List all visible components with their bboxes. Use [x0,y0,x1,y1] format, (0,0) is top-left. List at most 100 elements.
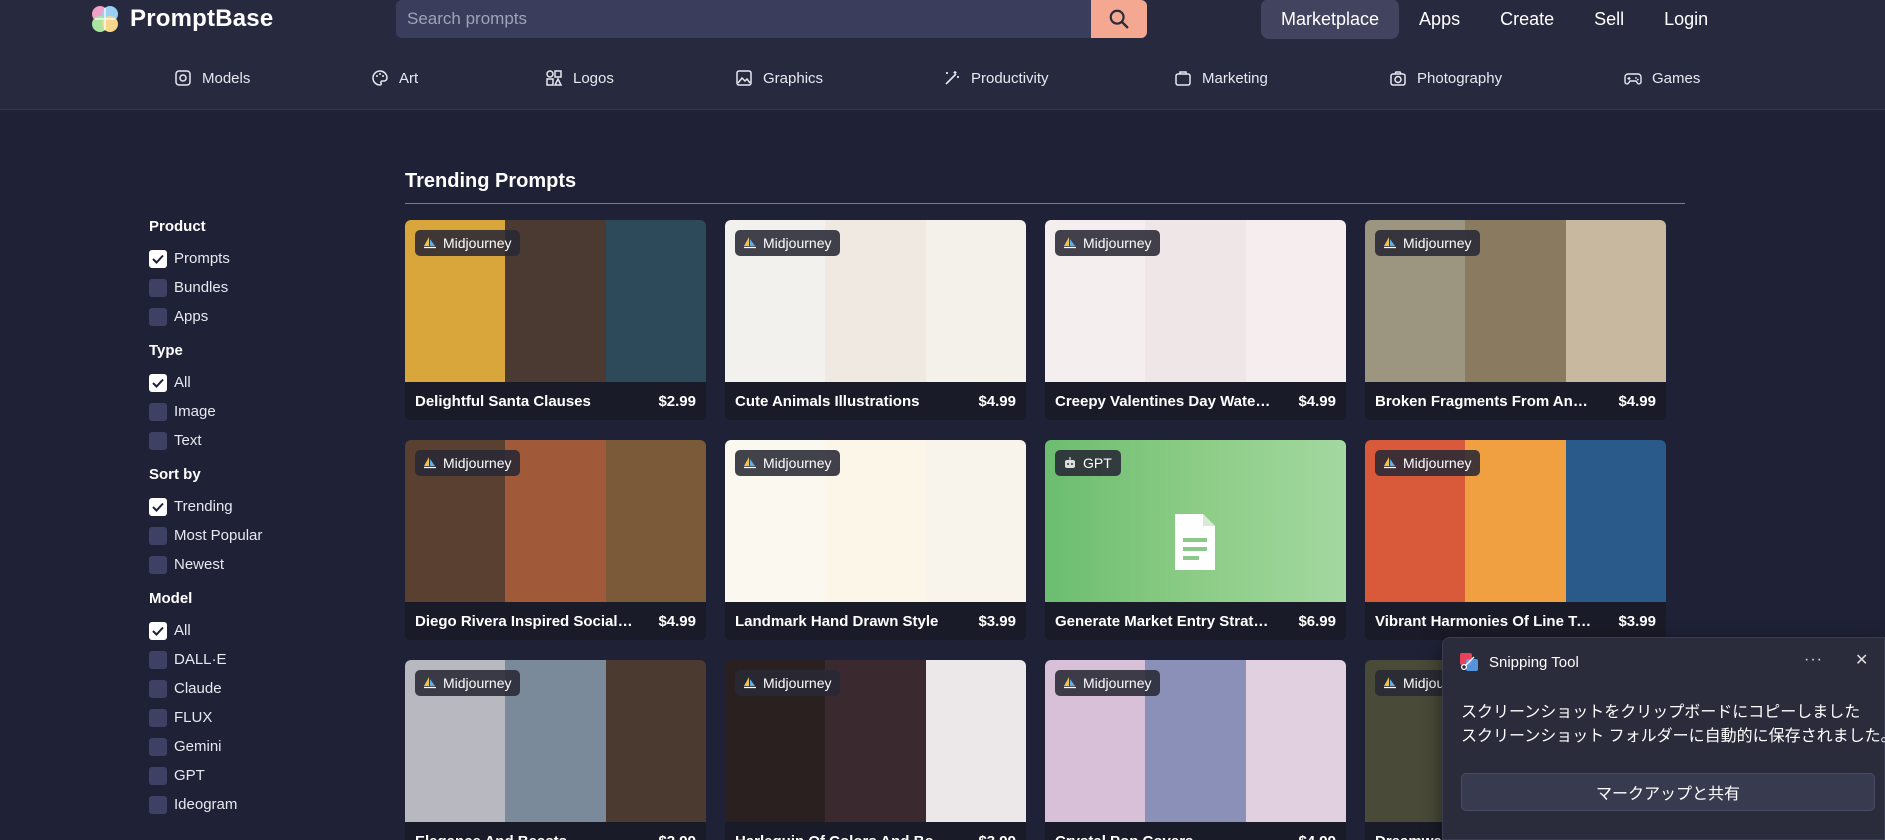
prompt-card[interactable]: Midjourney Landmark Hand Drawn Style $3.99 [725,440,1026,640]
prompt-title: Diego Rivera Inspired Social Murals [415,612,635,630]
thumbnail-panel [1145,660,1246,822]
checkbox-checked[interactable] [149,373,167,392]
check-icon [152,502,164,512]
nav-login[interactable]: Login [1644,0,1728,39]
prompt-title: Broken Fragments From Ancient Frescoes [1375,392,1595,410]
filter-option-trending[interactable]: Trending [149,492,349,521]
document-icon [1175,514,1215,570]
checkbox[interactable] [149,737,167,756]
checkbox[interactable] [149,555,167,574]
filter-option-prompts[interactable]: Prompts [149,244,349,273]
category-graphics[interactable]: Graphics [735,60,823,96]
checkbox-checked[interactable] [149,497,167,516]
filter-option-all-models[interactable]: All [149,616,349,645]
filter-option-all[interactable]: All [149,368,349,397]
model-badge: Midjourney [415,450,521,476]
filter-option-claude[interactable]: Claude [149,674,349,703]
category-models[interactable]: Models [174,60,250,96]
filter-option-newest[interactable]: Newest [149,550,349,579]
midjourney-sail-icon [424,237,436,249]
card-info: Delightful Santa Clauses $2.99 [405,382,706,420]
checkbox[interactable] [149,307,167,326]
nav-apps[interactable]: Apps [1399,0,1480,39]
checkbox[interactable] [149,679,167,698]
option-label: FLUX [174,709,213,726]
checkbox[interactable] [149,526,167,545]
category-logos[interactable]: Logos [545,60,614,96]
filter-option-ideogram[interactable]: Ideogram [149,790,349,819]
filter-option-gemini[interactable]: Gemini [149,732,349,761]
filter-option-flux[interactable]: FLUX [149,703,349,732]
checkbox-checked[interactable] [149,621,167,640]
checkbox[interactable] [149,708,167,727]
brand-logo[interactable]: PromptBase [90,2,273,36]
card-info: Crystal Pop Covers $4.99 [1045,822,1346,840]
nav-create[interactable]: Create [1480,0,1574,39]
filter-option-image[interactable]: Image [149,397,349,426]
checkbox[interactable] [149,402,167,421]
model-badge: Midjourney [1055,230,1161,256]
checkbox[interactable] [149,650,167,669]
midjourney-sail-icon [744,677,756,689]
more-options-button[interactable]: ··· [1804,651,1823,669]
category-games[interactable]: Games [1624,60,1700,96]
thumbnail-panel [505,440,606,602]
prompt-card[interactable]: Midjourney Creepy Valentines Day Watercol… [1045,220,1346,420]
filter-option-gpt[interactable]: GPT [149,761,349,790]
prompt-card[interactable]: GPT Generate Market Entry Strategy $6.99 [1045,440,1346,640]
prompt-card[interactable]: Midjourney Crystal Pop Covers $4.99 [1045,660,1346,840]
checkbox[interactable] [149,278,167,297]
logos-icon [546,70,563,86]
prompt-price: $4.99 [978,392,1016,410]
category-art[interactable]: Art [371,60,418,96]
model-badge: Midjourney [735,450,841,476]
close-button[interactable]: ✕ [1855,650,1868,670]
filter-option-bundles[interactable]: Bundles [149,273,349,302]
category-marketing[interactable]: Marketing [1174,60,1268,96]
checkbox[interactable] [149,795,167,814]
model-label: Midjourney [443,675,512,691]
prompt-card[interactable]: Midjourney Harlequin Of Colors And Bones $… [725,660,1026,840]
section-title: Trending Prompts [405,170,577,192]
filter-option-apps[interactable]: Apps [149,302,349,331]
option-label: Apps [174,308,209,325]
model-badge: Midjourney [1375,230,1481,256]
search-input[interactable] [396,0,1091,38]
card-info: Cute Animals Illustrations $4.99 [725,382,1026,420]
prompt-card[interactable]: Midjourney Broken Fragments From Ancient … [1365,220,1666,420]
model-label: Midjourney [763,235,832,251]
checkbox[interactable] [149,431,167,450]
filter-model: Model All DALL·E Claude FLUX Gemini GPT … [149,590,349,819]
thumbnail-panel [505,220,606,382]
search-button[interactable] [1091,0,1147,38]
filter-option-most-popular[interactable]: Most Popular [149,521,349,550]
model-badge: GPT [1055,450,1121,476]
filter-option-text[interactable]: Text [149,426,349,455]
thumbnail-panel [825,440,926,602]
wand-icon [945,71,959,85]
check-icon [152,626,164,636]
category-productivity[interactable]: Productivity [943,60,1049,96]
checkbox[interactable] [149,766,167,785]
prompt-card[interactable]: Midjourney Cute Animals Illustrations $4.9… [725,220,1026,420]
prompt-card[interactable]: Midjourney Elegance And Beasts $2.99 [405,660,706,840]
nav-sell[interactable]: Sell [1574,0,1644,39]
prompt-card[interactable]: Midjourney Vibrant Harmonies Of Line Text… [1365,440,1666,640]
checkbox-checked[interactable] [149,249,167,268]
model-label: Midjourney [1403,455,1472,471]
filter-option-dalle[interactable]: DALL·E [149,645,349,674]
midjourney-sail-icon [1384,237,1396,249]
category-photography[interactable]: Photography [1389,60,1502,96]
prompt-card[interactable]: Midjourney Diego Rivera Inspired Social M… [405,440,706,640]
thumbnail-panel [505,660,606,822]
prompt-card[interactable]: Midjourney Delightful Santa Clauses $2.99 [405,220,706,420]
markup-and-share-button[interactable]: マークアップと共有 [1461,773,1875,811]
nav-marketplace[interactable]: Marketplace [1261,0,1400,39]
option-label: Claude [174,680,222,697]
palette-icon [372,70,388,86]
card-info: Harlequin Of Colors And Bones $3.99 [725,822,1026,840]
thumbnail-panel [1145,220,1246,382]
prompt-title: Creepy Valentines Day Watercolor Illustr… [1055,392,1275,410]
check-icon [152,378,164,388]
card-info: Vibrant Harmonies Of Line Textures $3.99 [1365,602,1666,640]
